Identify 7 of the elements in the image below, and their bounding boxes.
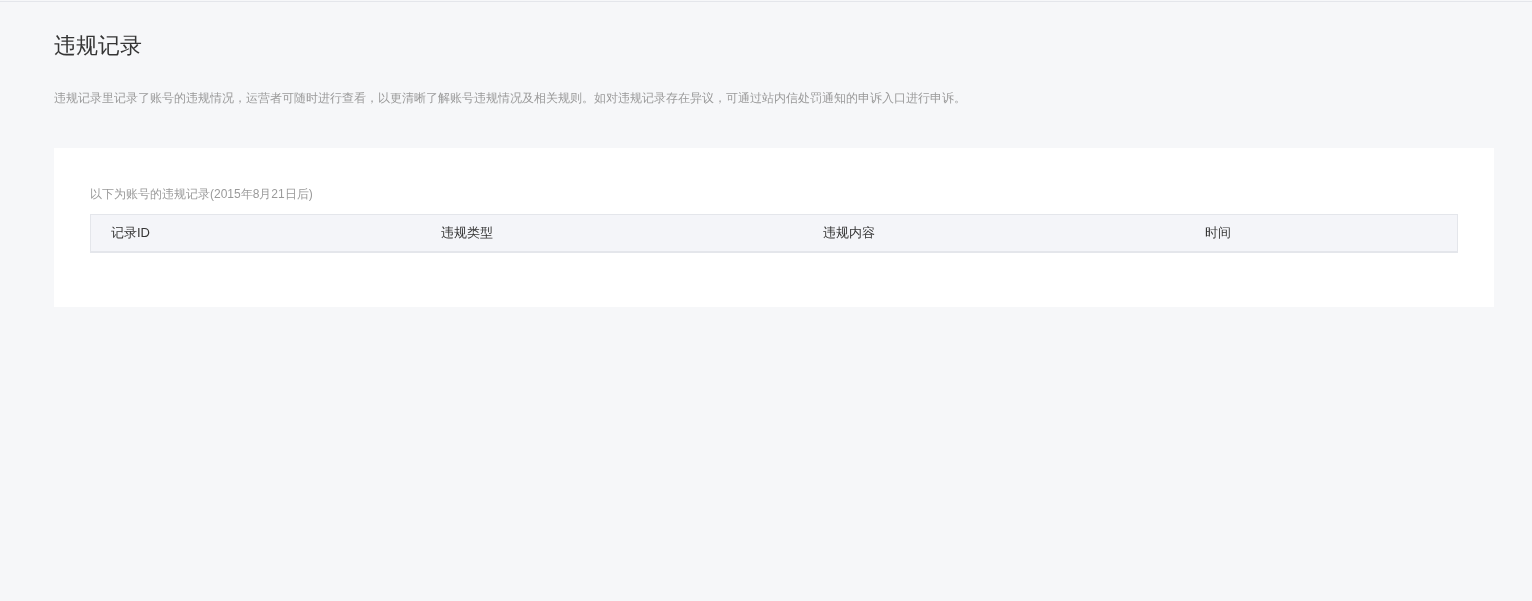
page-title: 违规记录 xyxy=(54,32,143,60)
records-caption: 以下为账号的违规记录(2015年8月21日后) xyxy=(90,186,314,203)
column-header: 记录ID xyxy=(110,224,151,242)
column-header: 违规类型 xyxy=(440,224,494,242)
page-description: 违规记录里记录了账号的违规情况，运营者可随时进行查看，以更清晰了解账号违规情况及相关规则。如对违规记录存在异议，可通过站内信处罚通知的申诉入口进行申诉。 xyxy=(54,90,967,107)
column-header: 违规内容 xyxy=(822,224,876,242)
column-header: 时间 xyxy=(1204,224,1232,242)
